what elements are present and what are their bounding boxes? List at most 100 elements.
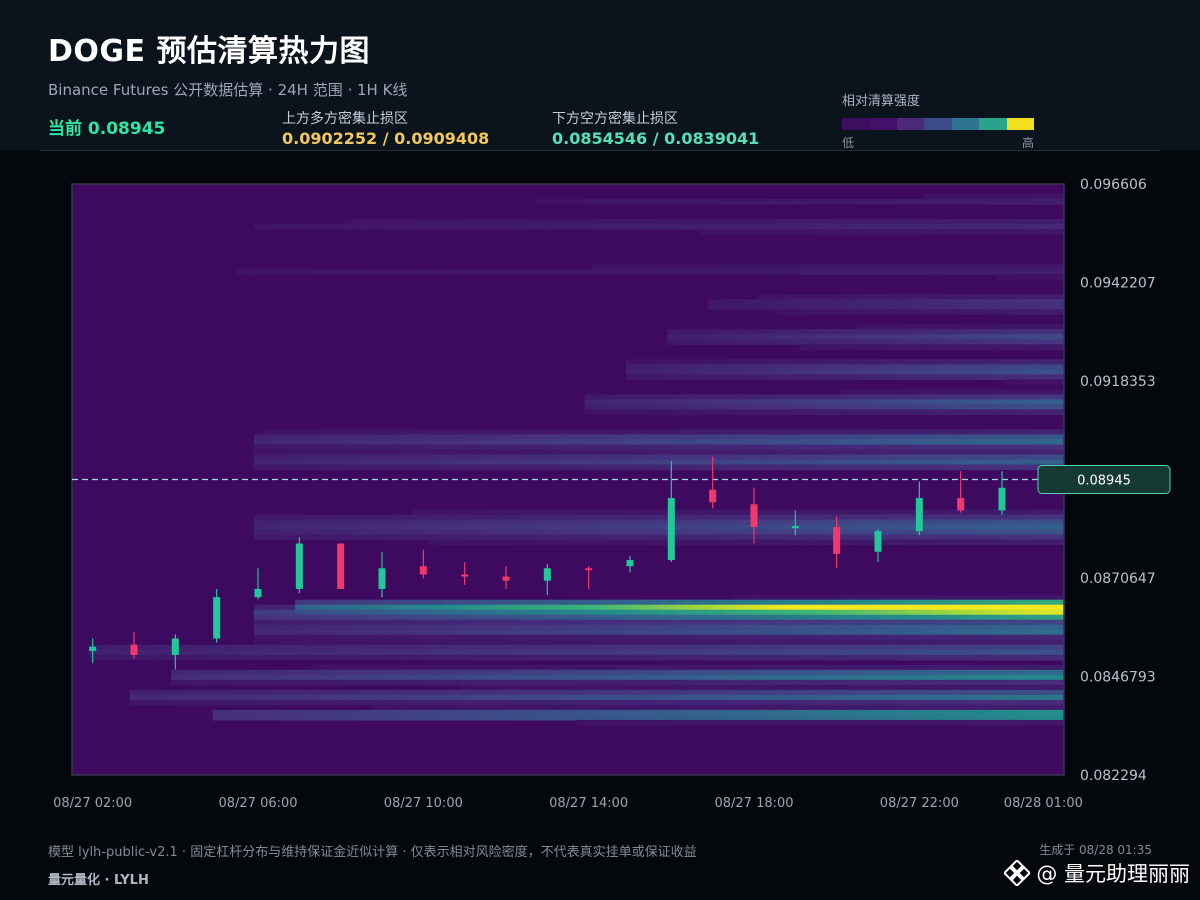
heatmap-cell	[361, 689, 371, 696]
heatmap-cell	[592, 439, 602, 446]
heatmap-cell	[931, 449, 941, 456]
heatmap-cell	[460, 269, 470, 275]
heatmap-cell	[940, 699, 949, 706]
heatmap-cell	[964, 454, 974, 461]
heatmap-cell	[584, 199, 594, 205]
heatmap-cell	[485, 449, 495, 456]
heatmap-cell	[915, 714, 925, 721]
heatmap-cell	[981, 334, 991, 340]
heatmap-cell	[832, 309, 842, 315]
heatmap-cell	[865, 529, 875, 536]
heatmap-cell	[518, 654, 528, 661]
heatmap-cell	[286, 639, 296, 646]
heatmap-cell	[336, 434, 346, 441]
heatmap-cell	[534, 449, 544, 456]
heatmap-cell	[1022, 669, 1032, 676]
heatmap-cell	[997, 709, 1007, 716]
heatmap-cell	[286, 669, 296, 676]
heatmap-cell	[857, 364, 867, 370]
heatmap-cell	[923, 594, 933, 601]
heatmap-cell	[435, 619, 445, 626]
heatmap-cell	[262, 689, 271, 696]
heatmap-cell	[898, 719, 908, 726]
heatmap-cell	[865, 634, 875, 641]
heatmap-cell	[940, 454, 949, 461]
heatmap-cell	[361, 694, 371, 701]
heatmap-cell	[460, 599, 470, 606]
heatmap-cell	[956, 684, 966, 691]
heatmap-cell	[353, 639, 362, 646]
heatmap-cell	[725, 449, 734, 456]
heatmap-cell	[609, 634, 619, 641]
heatmap-cell	[212, 714, 222, 721]
heatmap-cell	[609, 699, 619, 706]
heatmap-cell	[286, 439, 296, 446]
heatmap-cell	[807, 674, 817, 681]
heatmap-cell	[460, 654, 470, 661]
heatmap-cell	[865, 699, 875, 706]
heatmap-cell	[906, 224, 916, 230]
heatmap-cell	[386, 609, 395, 616]
heatmap-cell	[543, 654, 553, 661]
heatmap-cell	[303, 454, 313, 461]
heatmap-cell	[716, 299, 726, 305]
heatmap-cell	[873, 264, 883, 270]
heatmap-cell	[625, 709, 635, 716]
heatmap-cell	[617, 704, 627, 711]
heatmap-cell	[328, 599, 338, 606]
heatmap-cell	[361, 604, 371, 611]
heatmap-cell	[262, 694, 271, 701]
heatmap-cell	[989, 719, 999, 726]
heatmap-cell	[592, 719, 602, 726]
heatmap-cell	[799, 299, 809, 305]
heatmap-cell	[667, 399, 677, 405]
heatmap-cell	[625, 369, 635, 375]
heatmap-cell	[981, 329, 991, 335]
heatmap-cell	[973, 229, 982, 235]
heatmap-cell	[857, 539, 867, 546]
heatmap-cell	[956, 699, 966, 706]
heatmap-cell	[576, 629, 586, 636]
heatmap-cell	[898, 444, 908, 451]
heatmap-cell	[245, 644, 255, 651]
heatmap-cell	[427, 674, 437, 681]
heatmap-cell	[576, 664, 586, 671]
heatmap-cell	[981, 464, 991, 471]
heatmap-cell	[410, 629, 420, 636]
heatmap-cell	[799, 519, 809, 526]
heatmap-cell	[981, 444, 991, 451]
heatmap-cell	[617, 509, 627, 516]
heatmap-cell	[782, 369, 792, 375]
heatmap-cell	[667, 374, 677, 380]
heatmap-cell	[584, 679, 594, 686]
heatmap-cell	[708, 699, 718, 706]
heatmap-cell	[642, 669, 652, 676]
heatmap-cell	[890, 329, 900, 335]
heatmap-cell	[791, 629, 801, 636]
heatmap-cell	[468, 534, 478, 541]
heatmap-cell	[493, 434, 503, 441]
heatmap-cell	[154, 649, 164, 656]
heatmap-cell	[410, 634, 420, 641]
heatmap-cell	[749, 359, 759, 365]
heatmap-cell	[832, 459, 842, 466]
heatmap-cell	[873, 329, 883, 335]
heatmap-cell	[510, 644, 519, 651]
heatmap-cell	[303, 669, 313, 676]
heatmap-cell	[311, 454, 321, 461]
heatmap-cell	[906, 199, 916, 205]
heatmap-cell	[1014, 274, 1024, 280]
heatmap-cell	[311, 599, 321, 606]
heatmap-cell	[865, 409, 875, 415]
heatmap-cell	[493, 664, 503, 671]
heatmap-cell	[807, 454, 817, 461]
heatmap-cell	[1006, 634, 1015, 641]
heatmap-cell	[303, 654, 313, 661]
heatmap-cell	[394, 679, 404, 686]
heatmap-cell	[576, 529, 586, 536]
heatmap-cell	[890, 509, 900, 516]
heatmap-cell	[989, 614, 999, 621]
heatmap-cell	[667, 694, 677, 701]
heatmap-cell	[973, 514, 982, 521]
heatmap-cell	[369, 669, 379, 676]
